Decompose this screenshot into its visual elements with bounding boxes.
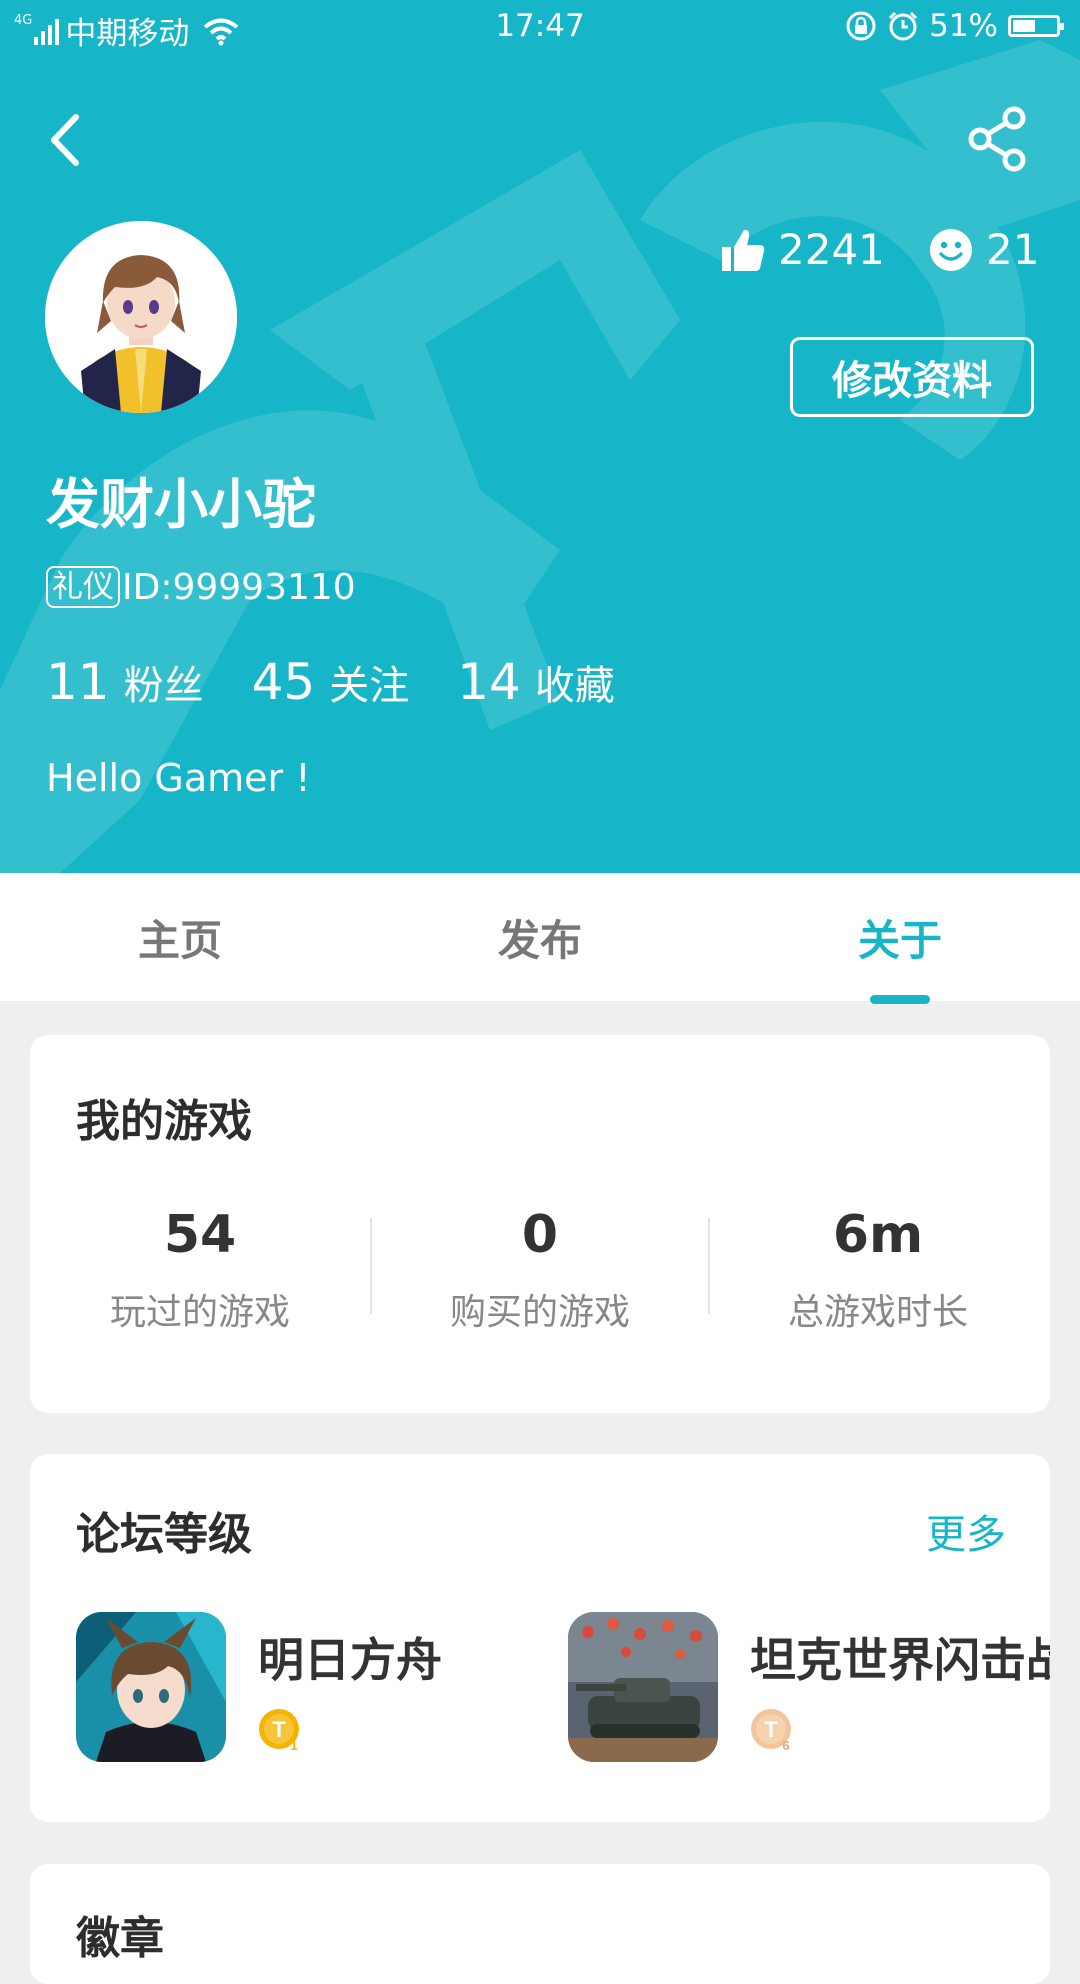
level-number: 1 <box>290 1738 297 1752</box>
back-button[interactable] <box>40 105 90 175</box>
game-name: 坦克世界闪击战 <box>750 1633 1050 1687</box>
wot-blitz-icon <box>568 1612 718 1762</box>
level-number: 6 <box>782 1738 789 1752</box>
following-count[interactable]: 45 关注 <box>252 653 410 711</box>
game-icon <box>568 1612 718 1762</box>
level-badge-icon: T 6 <box>751 1709 791 1752</box>
active-tab-indicator <box>870 995 930 1004</box>
edit-profile-button[interactable]: 修改资料 <box>790 337 1034 417</box>
count-number: 11 <box>46 653 110 711</box>
follow-counts: 11 粉丝 45 关注 14 收藏 <box>46 653 663 711</box>
tab-home[interactable]: 主页 <box>30 873 330 1001</box>
forum-level-card: 论坛等级 更多 明日方舟 T 1 坦克世界闪击战 T 6 <box>30 1454 1050 1822</box>
forum-item-arknights[interactable]: 明日方舟 T 1 <box>76 1612 526 1762</box>
card-title: 徽章 <box>76 1913 164 1964</box>
svg-text:T: T <box>764 1717 778 1742</box>
my-games-card: 我的游戏 54 玩过的游戏 0 购买的游戏 6m 总游戏时长 <box>30 1035 1050 1413</box>
profile-tabs: 主页 发布 关于 <box>0 873 1080 1001</box>
profile-header: 4G 中期移动 17:47 51% 2241 21 修改资料 发财小小驼 礼仪 … <box>0 0 1080 873</box>
stat-value: 6m <box>832 1205 924 1265</box>
share-icon <box>968 106 1026 172</box>
count-number: 14 <box>457 653 521 711</box>
share-button[interactable] <box>966 104 1030 174</box>
stat-label: 玩过的游戏 <box>109 1292 290 1333</box>
avatar[interactable] <box>45 221 237 413</box>
card-title: 论坛等级 <box>76 1509 252 1560</box>
card-title: 我的游戏 <box>76 1096 252 1147</box>
thumbs-up-icon <box>722 229 765 271</box>
status-right: 51% <box>845 8 1064 44</box>
arknights-icon <box>76 1612 226 1762</box>
purchased-games-stat[interactable]: 0 购买的游戏 <box>370 1205 710 1335</box>
favorites-count[interactable]: 14 收藏 <box>457 653 615 711</box>
forum-item-wot-blitz[interactable]: 坦克世界闪击战 T 6 <box>568 1612 1050 1762</box>
status-bar: 4G 中期移动 17:47 51% <box>0 0 1080 56</box>
stat-value: 0 <box>521 1205 559 1265</box>
likes-count: 2241 <box>778 225 885 274</box>
smiles-stat: 21 <box>928 225 1039 274</box>
etiquette-badge: 礼仪 <box>46 566 120 608</box>
stat-label: 购买的游戏 <box>449 1292 630 1333</box>
smiles-count: 21 <box>986 225 1040 274</box>
game-name: 明日方舟 <box>258 1633 442 1687</box>
svg-text:T: T <box>272 1717 286 1742</box>
stat-label: 总游戏时长 <box>787 1292 968 1333</box>
chevron-left-icon <box>51 114 79 166</box>
level-badge-icon: T 1 <box>259 1709 299 1752</box>
watermark-decoration <box>0 40 1080 873</box>
alarm-icon <box>889 11 918 41</box>
game-icon <box>76 1612 226 1762</box>
user-bio: Hello Gamer ! <box>46 756 311 800</box>
battery-icon <box>1008 15 1064 37</box>
rotation-lock-icon <box>846 11 876 41</box>
tab-posts[interactable]: 发布 <box>390 873 690 1001</box>
playtime-stat[interactable]: 6m 总游戏时长 <box>708 1205 1048 1335</box>
more-link[interactable]: 更多 <box>926 1502 1006 1560</box>
username: 发财小小驼 <box>46 473 316 536</box>
likes-stat: 2241 <box>720 225 885 274</box>
fans-count[interactable]: 11 粉丝 <box>46 653 204 711</box>
user-id-row: 礼仪 ID:99993110 <box>46 566 356 608</box>
count-number: 45 <box>251 653 316 711</box>
count-label: 收藏 <box>534 663 615 709</box>
badges-card: 徽章 <box>30 1864 1050 1984</box>
tab-about[interactable]: 关于 <box>750 873 1050 1001</box>
battery-percent: 51% <box>929 8 998 44</box>
count-label: 粉丝 <box>123 663 204 709</box>
avatar-image <box>45 221 237 413</box>
played-games-stat[interactable]: 54 玩过的游戏 <box>30 1205 370 1335</box>
smile-icon <box>930 228 972 271</box>
user-id: ID:99993110 <box>122 566 356 608</box>
stat-value: 54 <box>163 1205 237 1265</box>
count-label: 关注 <box>329 663 410 709</box>
